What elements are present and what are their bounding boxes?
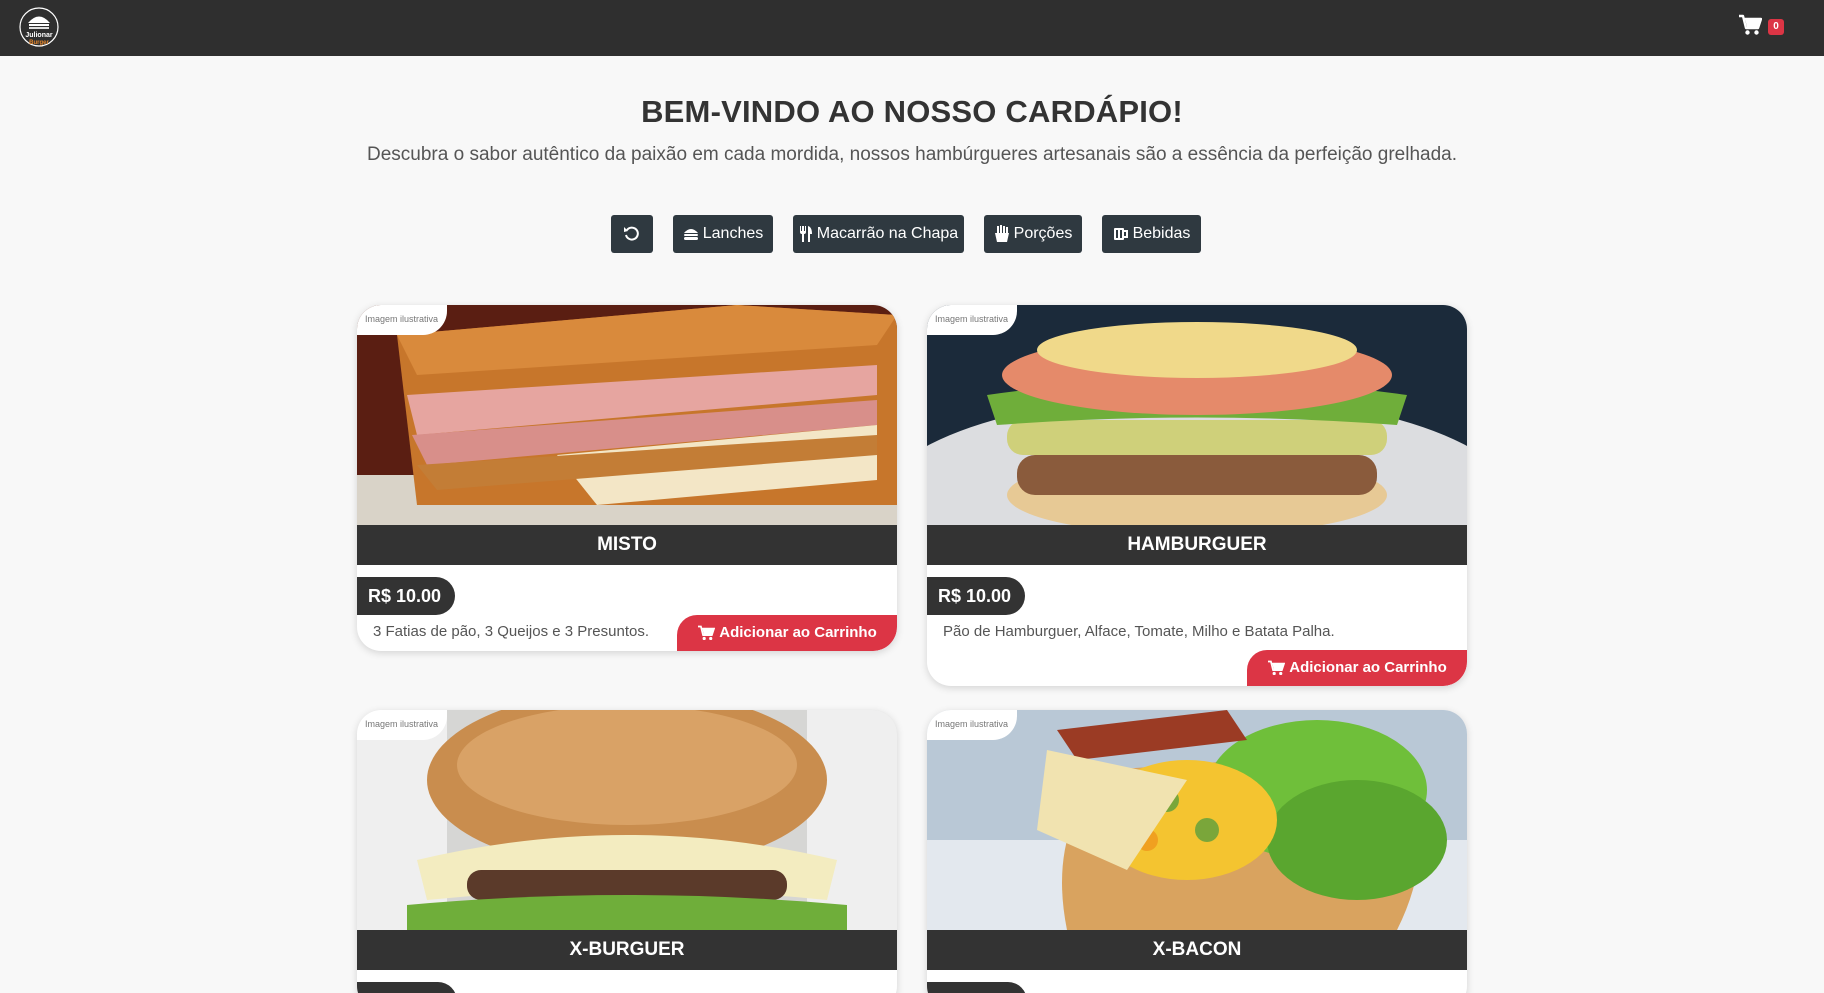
filter-lanches-button[interactable]: Lanches bbox=[673, 215, 773, 253]
product-image: Imagem ilustrativa bbox=[357, 710, 897, 930]
reset-filter-button[interactable] bbox=[611, 215, 653, 253]
product-image: Imagem ilustrativa bbox=[927, 305, 1467, 525]
product-name: HAMBURGUER bbox=[927, 525, 1467, 565]
filter-porcoes-button[interactable]: Porções bbox=[984, 215, 1082, 253]
fries-icon bbox=[994, 225, 1009, 242]
mug-icon bbox=[1113, 228, 1128, 240]
product-description: Pão de Hamburguer, Alface, Tomate, Milho… bbox=[943, 623, 1335, 640]
product-description: 3 Fatias de pão, 3 Queijos e 3 Presuntos… bbox=[373, 623, 649, 640]
add-to-cart-label: Adicionar ao Carrinho bbox=[719, 624, 877, 641]
illustrative-image-tag: Imagem ilustrativa bbox=[357, 305, 447, 335]
utensils-icon bbox=[799, 226, 812, 242]
cart-icon bbox=[1739, 14, 1762, 35]
burger-logo-icon: Julionar Burger bbox=[19, 7, 59, 47]
product-name: MISTO bbox=[357, 525, 897, 565]
add-to-cart-button[interactable]: Adicionar ao Carrinho bbox=[1247, 650, 1467, 686]
filter-label: Lanches bbox=[702, 225, 764, 242]
product-name: X-BACON bbox=[927, 930, 1467, 970]
category-filters: Lanches Macarrão na Chapa Porções Bebida… bbox=[0, 215, 1824, 253]
product-image: Imagem ilustrativa bbox=[357, 305, 897, 525]
cart-plus-icon bbox=[1268, 660, 1286, 676]
filter-label: Porções bbox=[1013, 225, 1073, 242]
product-price: R$ 10.00 bbox=[927, 577, 1026, 615]
product-image: Imagem ilustrativa bbox=[927, 710, 1467, 930]
cart-count-badge: 0 bbox=[1768, 19, 1784, 35]
page-title: BEM-VINDO AO NOSSO CARDÁPIO! bbox=[641, 94, 1183, 129]
logo-text-primary: Julionar bbox=[25, 32, 53, 39]
top-navbar: Julionar Burger 0 bbox=[0, 0, 1824, 56]
burger-icon bbox=[683, 229, 698, 240]
product-card: Imagem ilustrativa X-BURGUER bbox=[357, 710, 897, 993]
hero-section: BEM-VINDO AO NOSSO CARDÁPIO! Descubra o … bbox=[0, 94, 1824, 166]
product-name: X-BURGUER bbox=[357, 930, 897, 970]
filter-bebidas-button[interactable]: Bebidas bbox=[1102, 215, 1201, 253]
product-price: R$ 10.00 bbox=[357, 577, 456, 615]
product-price bbox=[357, 982, 457, 993]
filter-label: Macarrão na Chapa bbox=[816, 225, 959, 242]
add-to-cart-label: Adicionar ao Carrinho bbox=[1289, 659, 1447, 676]
add-to-cart-button[interactable]: Adicionar ao Carrinho bbox=[677, 615, 897, 651]
cart-plus-icon bbox=[698, 625, 716, 641]
logo-text-secondary: Burger bbox=[29, 40, 49, 46]
filter-label: Bebidas bbox=[1132, 225, 1191, 242]
reset-icon bbox=[624, 226, 639, 241]
illustrative-image-tag: Imagem ilustrativa bbox=[927, 710, 1017, 740]
illustrative-image-tag: Imagem ilustrativa bbox=[927, 305, 1017, 335]
product-price bbox=[927, 982, 1027, 993]
filter-macarrao-button[interactable]: Macarrão na Chapa bbox=[793, 215, 964, 253]
cart-button[interactable]: 0 bbox=[1738, 14, 1784, 42]
product-card: Imagem ilustrativa X-BACON bbox=[927, 710, 1467, 993]
brand-logo[interactable]: Julionar Burger bbox=[18, 6, 60, 48]
product-card: Imagem ilustrativa HAMBURGUER R$ 10.00 P… bbox=[927, 305, 1467, 686]
product-card: Imagem ilustrativa MISTO R$ 10.00 3 Fati… bbox=[357, 305, 897, 651]
illustrative-image-tag: Imagem ilustrativa bbox=[357, 710, 447, 740]
page-subtitle: Descubra o sabor autêntico da paixão em … bbox=[367, 144, 1457, 165]
